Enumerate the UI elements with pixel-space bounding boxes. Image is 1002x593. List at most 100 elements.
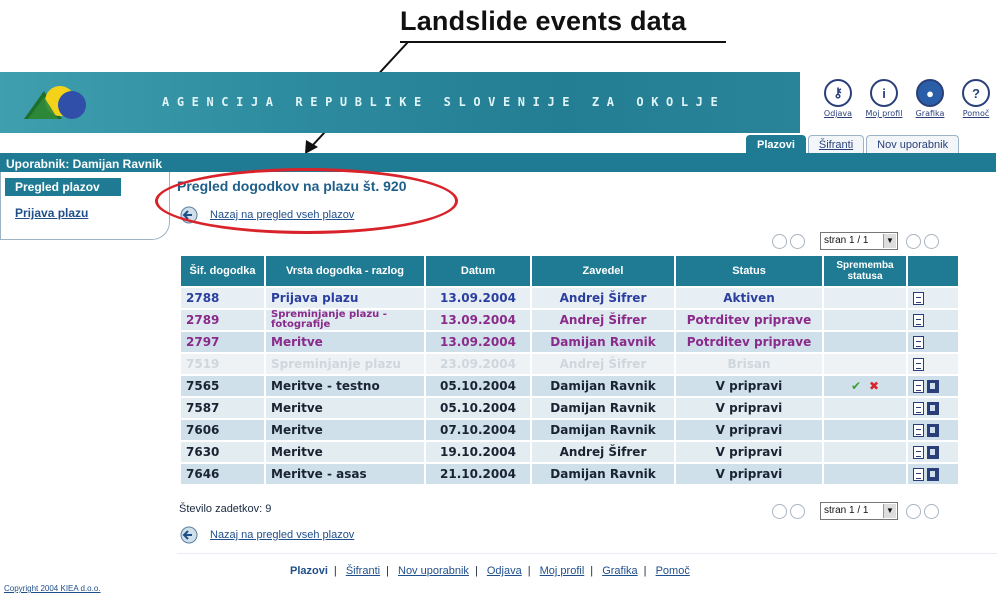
event-type[interactable]: Spreminjanje plazu - fotografije bbox=[266, 310, 424, 330]
footer-link-plazovi[interactable]: Plazovi bbox=[290, 565, 328, 577]
status-change-cell bbox=[824, 354, 906, 374]
document-icon[interactable] bbox=[913, 380, 924, 393]
event-date: 19.10.2004 bbox=[426, 442, 530, 462]
document-icon[interactable] bbox=[913, 446, 924, 459]
status-change-cell bbox=[824, 442, 906, 462]
page-select[interactable]: stran 1 / 1 ▼ bbox=[820, 232, 898, 250]
reject-icon[interactable]: ✖ bbox=[869, 379, 879, 393]
table-row[interactable]: 7587 Meritve 05.10.2004 Damijan Ravnik V… bbox=[181, 398, 958, 418]
event-type[interactable]: Meritve bbox=[266, 420, 424, 440]
tab-nov-uporabnik[interactable]: Nov uporabnik bbox=[866, 135, 960, 155]
column-header[interactable]: Sprememba statusa bbox=[824, 256, 906, 286]
logout-label: Odjava bbox=[823, 109, 853, 118]
back-to-list-link-bottom[interactable]: Nazaj na pregled vseh plazov bbox=[210, 529, 354, 541]
table-row[interactable]: 2789 Spreminjanje plazu - fotografije 13… bbox=[181, 310, 958, 330]
event-id[interactable]: 7587 bbox=[181, 398, 264, 418]
edit-icon[interactable] bbox=[927, 446, 939, 459]
logout-button[interactable]: ⚷ Odjava bbox=[816, 79, 860, 118]
column-header[interactable]: Vrsta dogodka - razlog bbox=[266, 256, 424, 286]
event-type[interactable]: Meritve bbox=[266, 442, 424, 462]
annotation-title: Landslide events data bbox=[400, 6, 687, 36]
event-id[interactable]: 7565 bbox=[181, 376, 264, 396]
event-id[interactable]: 7519 bbox=[181, 354, 264, 374]
edit-icon[interactable] bbox=[927, 424, 939, 437]
footer-link-grafika[interactable]: Grafika bbox=[602, 565, 637, 577]
chevron-down-icon: ▼ bbox=[883, 504, 896, 518]
highlight-ellipse bbox=[155, 168, 458, 234]
first-page-icon[interactable] bbox=[772, 234, 787, 249]
event-type[interactable]: Meritve - asas bbox=[266, 464, 424, 484]
event-id[interactable]: 2797 bbox=[181, 332, 264, 352]
event-status: V pripravi bbox=[676, 376, 822, 396]
event-id[interactable]: 7646 bbox=[181, 464, 264, 484]
footer-link-nov-uporabnik[interactable]: Nov uporabnik bbox=[398, 565, 469, 577]
tab-plazovi[interactable]: Plazovi bbox=[746, 135, 806, 155]
back-arrow-icon[interactable] bbox=[179, 526, 199, 544]
table-row[interactable]: 7630 Meritve 19.10.2004 Andrej Šifrer V … bbox=[181, 442, 958, 462]
footer-link-pomoc[interactable]: Pomoč bbox=[656, 565, 690, 577]
sidebar-item-prijava-plazu[interactable]: Prijava plazu bbox=[15, 206, 88, 220]
event-type[interactable]: Prijava plazu bbox=[266, 288, 424, 308]
document-icon[interactable] bbox=[913, 402, 924, 415]
prev-page-icon[interactable] bbox=[790, 504, 805, 519]
help-button[interactable]: ? Pomoč bbox=[954, 79, 998, 118]
event-author: Damijan Ravnik bbox=[532, 420, 674, 440]
table-row[interactable]: 2797 Meritve 13.09.2004 Damijan Ravnik P… bbox=[181, 332, 958, 352]
table-row[interactable]: 7565 Meritve - testno 05.10.2004 Damijan… bbox=[181, 376, 958, 396]
sidebar-item-pregled-plazov[interactable]: Pregled plazov bbox=[5, 178, 121, 196]
profile-button[interactable]: i Moj profil bbox=[862, 79, 906, 118]
column-header[interactable]: Zavedel bbox=[532, 256, 674, 286]
last-page-icon[interactable] bbox=[924, 504, 939, 519]
event-type[interactable]: Meritve bbox=[266, 332, 424, 352]
actions-cell bbox=[908, 398, 958, 418]
event-status: Brisan bbox=[676, 354, 822, 374]
column-header[interactable]: Šif. dogodka bbox=[181, 256, 264, 286]
chevron-down-icon: ▼ bbox=[883, 234, 896, 248]
event-id[interactable]: 7630 bbox=[181, 442, 264, 462]
edit-icon[interactable] bbox=[927, 402, 939, 415]
event-id[interactable]: 7606 bbox=[181, 420, 264, 440]
table-row[interactable]: 7606 Meritve 07.10.2004 Damijan Ravnik V… bbox=[181, 420, 958, 440]
copyright[interactable]: Copyright 2004 KIEA d.o.o. bbox=[4, 584, 101, 593]
footer-link-odjava[interactable]: Odjava bbox=[487, 565, 522, 577]
footer-link-moj-profil[interactable]: Moj profil bbox=[540, 565, 585, 577]
next-page-icon[interactable] bbox=[906, 504, 921, 519]
current-user: Uporabnik: Damijan Ravnik bbox=[6, 157, 163, 171]
footer-link-sifranti[interactable]: Šifranti bbox=[346, 565, 380, 577]
status-change-cell bbox=[824, 332, 906, 352]
status-change-cell: ✔ ✖ bbox=[824, 376, 906, 396]
page-select[interactable]: stran 1 / 1 ▼ bbox=[820, 502, 898, 520]
event-id[interactable]: 2788 bbox=[181, 288, 264, 308]
table-row[interactable]: 7519 Spreminjanje plazu 23.09.2004 Andre… bbox=[181, 354, 958, 374]
prev-page-icon[interactable] bbox=[790, 234, 805, 249]
column-header[interactable]: Status bbox=[676, 256, 822, 286]
last-page-icon[interactable] bbox=[924, 234, 939, 249]
edit-icon[interactable] bbox=[927, 380, 939, 393]
document-icon[interactable] bbox=[913, 292, 924, 305]
confirm-icon[interactable]: ✔ bbox=[851, 379, 861, 393]
document-icon[interactable] bbox=[913, 468, 924, 481]
column-header[interactable]: Datum bbox=[426, 256, 530, 286]
document-icon[interactable] bbox=[913, 336, 924, 349]
event-type[interactable]: Spreminjanje plazu bbox=[266, 354, 424, 374]
event-status: Aktiven bbox=[676, 288, 822, 308]
first-page-icon[interactable] bbox=[772, 504, 787, 519]
document-icon[interactable] bbox=[913, 358, 924, 371]
document-icon[interactable] bbox=[913, 424, 924, 437]
event-author: Damijan Ravnik bbox=[532, 464, 674, 484]
table-row[interactable]: 7646 Meritve - asas 21.10.2004 Damijan R… bbox=[181, 464, 958, 484]
event-status: V pripravi bbox=[676, 442, 822, 462]
table-row[interactable]: 2788 Prijava plazu 13.09.2004 Andrej Šif… bbox=[181, 288, 958, 308]
edit-icon[interactable] bbox=[927, 468, 939, 481]
pager-top: stran 1 / 1 ▼ bbox=[772, 232, 952, 250]
status-change-cell bbox=[824, 398, 906, 418]
event-id[interactable]: 2789 bbox=[181, 310, 264, 330]
event-type[interactable]: Meritve bbox=[266, 398, 424, 418]
next-page-icon[interactable] bbox=[906, 234, 921, 249]
event-type[interactable]: Meritve - testno bbox=[266, 376, 424, 396]
actions-cell bbox=[908, 376, 958, 396]
graphics-button[interactable]: ● Grafika bbox=[908, 79, 952, 118]
document-icon[interactable] bbox=[913, 314, 924, 327]
event-author: Damijan Ravnik bbox=[532, 398, 674, 418]
tab-sifranti[interactable]: Šifranti bbox=[807, 135, 865, 155]
